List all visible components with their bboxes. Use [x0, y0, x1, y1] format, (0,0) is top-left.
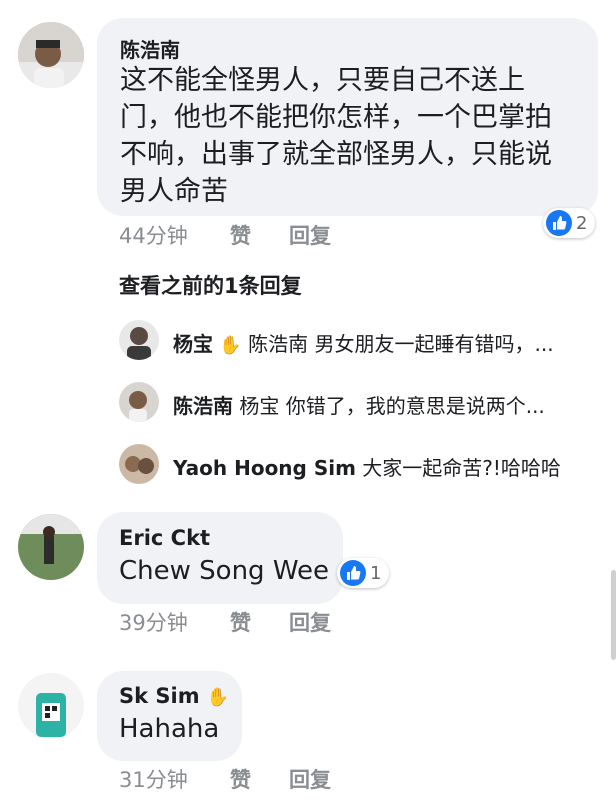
- avatar-yaoh-hoong-sim[interactable]: [119, 444, 159, 484]
- comment-text: 这不能全怪男人，只要自己不送上 门，他也不能把你怎样，一个巴掌拍 不响，出事了就…: [120, 62, 552, 210]
- reaction-count[interactable]: 1: [337, 558, 390, 588]
- comment-author[interactable]: 陈浩南: [120, 34, 180, 63]
- scrollbar[interactable]: [611, 570, 616, 660]
- waving-hand-icon: ✋: [219, 335, 242, 356]
- avatar-sk-sim[interactable]: [18, 673, 84, 739]
- comment-author[interactable]: Eric Ckt: [119, 526, 210, 550]
- like-button[interactable]: 赞: [230, 764, 251, 794]
- reply-button[interactable]: 回复: [289, 220, 331, 250]
- reply-button[interactable]: 回复: [289, 607, 331, 637]
- avatar-eric-ckt[interactable]: [18, 514, 84, 580]
- reply-text: 杨宝 你错了，我的意思是说两个...: [239, 394, 545, 418]
- comment-author-name[interactable]: Sk Sim: [119, 684, 200, 708]
- reply-item: 杨宝 ✋ 陈浩南 男女朋友一起睡有错吗，...: [173, 328, 593, 357]
- reaction-count-label: 1: [370, 562, 382, 584]
- reaction-count-label: 2: [576, 212, 588, 234]
- comment-time: 39分钟: [119, 611, 188, 635]
- avatar-chen-haonan-small[interactable]: [119, 382, 159, 422]
- thumbs-up-icon: [546, 210, 572, 236]
- reply-author[interactable]: Yaoh Hoong Sim: [173, 456, 356, 480]
- reply-author[interactable]: 陈浩南: [173, 394, 233, 418]
- like-button[interactable]: 赞: [230, 220, 251, 250]
- comment-text-line: 这不能全怪男人，只要自己不送上: [120, 65, 525, 96]
- comment-text-line: 门，他也不能把你怎样，一个巴掌拍: [120, 102, 552, 133]
- reply-item: 陈浩南 杨宝 你错了，我的意思是说两个...: [173, 390, 593, 419]
- comment-author: Sk Sim ✋: [119, 684, 229, 708]
- like-button[interactable]: 赞: [230, 607, 251, 637]
- reaction-count[interactable]: 2: [543, 208, 596, 238]
- avatar-chen-haonan[interactable]: [18, 22, 84, 88]
- avatar-yang-bao[interactable]: [119, 320, 159, 360]
- thumbs-up-icon: [340, 560, 366, 586]
- view-previous-replies[interactable]: 查看之前的1条回复: [119, 270, 302, 300]
- comment-text: Hahaha: [119, 714, 220, 744]
- reply-item: Yaoh Hoong Sim 大家一起命苦?!哈哈哈: [173, 452, 593, 481]
- comment-time: 31分钟: [119, 768, 188, 792]
- waving-hand-icon: ✋: [206, 687, 230, 708]
- reply-author[interactable]: 杨宝: [173, 332, 213, 356]
- reply-text: 陈浩南 男女朋友一起睡有错吗，...: [248, 332, 554, 356]
- reply-text: 大家一起命苦?!哈哈哈: [362, 456, 561, 480]
- reply-button[interactable]: 回复: [289, 764, 331, 794]
- comment-time: 44分钟: [119, 224, 188, 248]
- comment-text-line: 不响，出事了就全部怪男人，只能说: [120, 139, 552, 170]
- comment-text-line: 男人命苦: [120, 176, 228, 207]
- comment-text: Chew Song Wee: [119, 556, 329, 586]
